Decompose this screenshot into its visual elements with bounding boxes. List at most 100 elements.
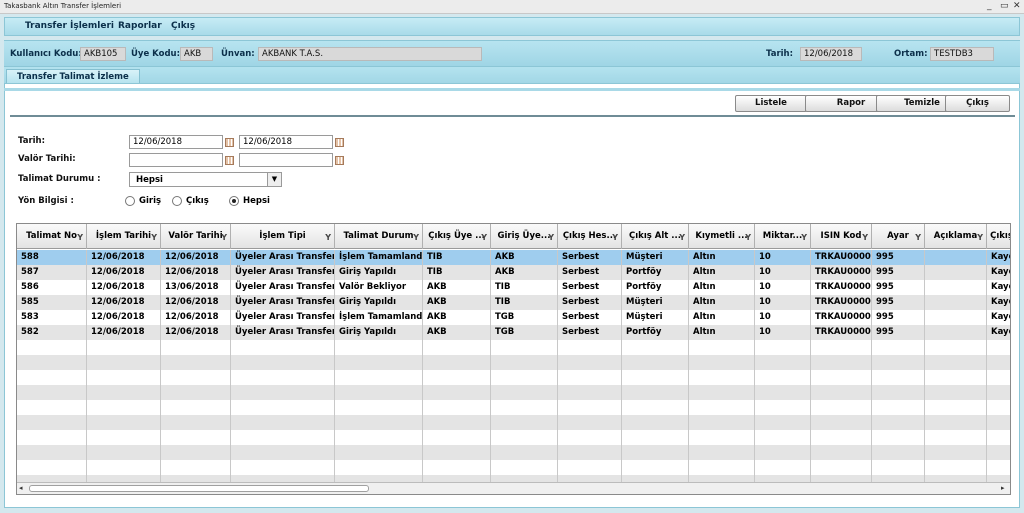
filter-icon[interactable]: Y (915, 225, 921, 249)
close-icon[interactable]: ✕ (1013, 1, 1021, 11)
filter-icon[interactable]: Y (548, 225, 554, 249)
valor-to-input[interactable] (239, 153, 333, 167)
valor-from-input[interactable] (129, 153, 223, 167)
table-cell: Altın (689, 295, 755, 310)
cikis-button[interactable]: Çıkış (945, 95, 1010, 112)
column-header[interactable]: Ayar Y (872, 224, 925, 249)
table-cell (987, 400, 1010, 415)
filter-icon[interactable]: Y (612, 225, 618, 249)
column-header[interactable]: Giriş Üye... Y (491, 224, 558, 249)
table-cell: 12/06/2018 (87, 310, 161, 325)
radio-giris[interactable] (125, 196, 135, 206)
scrollbar-thumb[interactable] (29, 485, 369, 492)
menu-cikis[interactable]: Çıkış (171, 21, 195, 31)
filter-icon[interactable]: Y (413, 225, 419, 249)
table-cell: 587 (17, 265, 87, 280)
table-cell (811, 430, 872, 445)
table-cell: Portföy (622, 265, 689, 280)
table-cell: Üyeler Arası Transfer (231, 325, 335, 340)
table-cell (423, 415, 491, 430)
maximize-icon[interactable]: ▭ (1000, 1, 1009, 11)
table-cell: 10 (755, 280, 811, 295)
table-cell (231, 400, 335, 415)
scroll-left-icon[interactable]: ◂ (19, 484, 23, 492)
table-cell: İşlem Tamamlandı (335, 310, 423, 325)
tab-transfer-talimat-izleme[interactable]: Transfer Talimat İzleme (6, 69, 140, 83)
minimize-icon[interactable]: _ (987, 1, 992, 11)
chevron-down-icon[interactable]: ▼ (267, 173, 281, 186)
menu-transfer-islemleri[interactable]: Transfer İşlemleri (25, 21, 114, 31)
table-row[interactable]: 588 12/06/2018 12/06/2018 Üyeler Arası Tran… (17, 250, 1010, 265)
table-cell (689, 370, 755, 385)
kullanici-kodu-value: AKB105 (80, 47, 126, 61)
table-cell (755, 460, 811, 475)
window-titlebar: Takasbank Altın Transfer İşlemleri _ ▭ ✕ (0, 0, 1024, 14)
column-header[interactable]: ISIN Kod Y (811, 224, 872, 249)
table-cell: 995 (872, 250, 925, 265)
table-cell: 13/06/2018 (161, 280, 231, 295)
table-cell (622, 340, 689, 355)
tarih-info-label: Tarih: (766, 49, 793, 59)
table-cell: Kayd (987, 280, 1010, 295)
calendar-icon[interactable] (335, 138, 344, 147)
talimat-grid: Talimat No Y İşlem Tarihi Y Valör Tarihi Y İşl… (16, 223, 1011, 495)
listele-button[interactable]: Listele (735, 95, 807, 112)
filter-icon[interactable]: Y (977, 225, 983, 249)
column-header[interactable]: Çıkış Hes... Y (558, 224, 622, 249)
table-cell (872, 400, 925, 415)
column-header[interactable]: Çıkış Üye ... Y (423, 224, 491, 249)
table-row[interactable]: 582 12/06/2018 12/06/2018 Üyeler Arası Tran… (17, 325, 1010, 340)
talimat-durumu-select[interactable]: Hepsi ▼ (129, 172, 282, 187)
table-cell: Kayd (987, 310, 1010, 325)
table-cell (872, 370, 925, 385)
table-row[interactable]: 587 12/06/2018 12/06/2018 Üyeler Arası Tran… (17, 265, 1010, 280)
table-cell (811, 400, 872, 415)
table-cell (17, 400, 87, 415)
column-header[interactable]: İşlem Tipi Y (231, 224, 335, 249)
table-cell (87, 445, 161, 460)
calendar-icon[interactable] (335, 156, 344, 165)
empty-row (17, 355, 1010, 370)
filter-icon[interactable]: Y (745, 225, 751, 249)
table-cell (335, 445, 423, 460)
column-header[interactable]: Çıkış (987, 224, 1010, 249)
filter-icon[interactable]: Y (325, 225, 331, 249)
table-cell: 12/06/2018 (161, 265, 231, 280)
tarih-to-input[interactable]: 12/06/2018 (239, 135, 333, 149)
tarih-from-input[interactable]: 12/06/2018 (129, 135, 223, 149)
table-row[interactable]: 586 12/06/2018 13/06/2018 Üyeler Arası Tran… (17, 280, 1010, 295)
column-header[interactable]: İşlem Tarihi Y (87, 224, 161, 249)
table-cell (987, 460, 1010, 475)
table-cell (17, 460, 87, 475)
table-cell (811, 340, 872, 355)
column-header-label: Çıkış Üye ... (428, 231, 485, 241)
uye-kodu-label: Üye Kodu: (131, 49, 180, 59)
column-header[interactable]: Çıkış Alt ... Y (622, 224, 689, 249)
filter-icon[interactable]: Y (481, 225, 487, 249)
column-header[interactable]: Talimat Durum Y (335, 224, 423, 249)
empty-row (17, 370, 1010, 385)
filter-icon[interactable]: Y (77, 225, 83, 249)
radio-cikis[interactable] (172, 196, 182, 206)
ortam-value: TESTDB3 (930, 47, 994, 61)
calendar-icon[interactable] (225, 156, 234, 165)
column-header[interactable]: Talimat No Y (17, 224, 87, 249)
filter-icon[interactable]: Y (801, 225, 807, 249)
filter-icon[interactable]: Y (221, 225, 227, 249)
calendar-icon[interactable] (225, 138, 234, 147)
table-row[interactable]: 583 12/06/2018 12/06/2018 Üyeler Arası Tran… (17, 310, 1010, 325)
scroll-right-icon[interactable]: ▸ (1001, 484, 1005, 492)
filter-icon[interactable]: Y (862, 225, 868, 249)
column-header[interactable]: Valör Tarihi Y (161, 224, 231, 249)
table-row[interactable]: 585 12/06/2018 12/06/2018 Üyeler Arası Tran… (17, 295, 1010, 310)
menu-raporlar[interactable]: Raporlar (118, 21, 162, 31)
radio-hepsi[interactable] (229, 196, 239, 206)
column-header[interactable]: Kıymetli ... Y (689, 224, 755, 249)
table-cell: Altın (689, 265, 755, 280)
column-header[interactable]: Miktar... Y (755, 224, 811, 249)
filter-icon[interactable]: Y (151, 225, 157, 249)
table-cell: 583 (17, 310, 87, 325)
column-header[interactable]: Açıklama Y (925, 224, 987, 249)
filter-icon[interactable]: Y (679, 225, 685, 249)
horizontal-scrollbar[interactable]: ◂ ▸ (17, 482, 1010, 494)
